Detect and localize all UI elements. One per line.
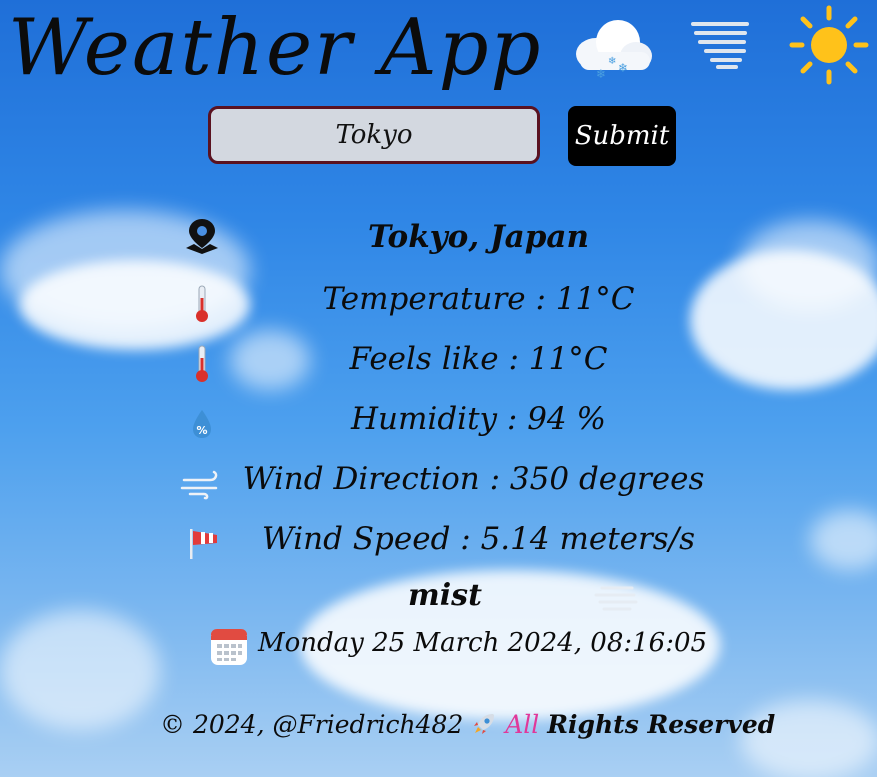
temperature-text: Temperature : 11°C xyxy=(322,281,635,317)
svg-text:❄: ❄ xyxy=(596,67,606,81)
feels-like-text: Feels like : 11°C xyxy=(349,341,608,377)
footer: © 2024, @Friedrich482 All Rights Reserve… xyxy=(160,710,775,739)
wind-direction-row: Wind Direction : 350 degrees xyxy=(0,454,877,504)
rocket-icon xyxy=(471,711,497,737)
date-time-text: Monday 25 March 2024, 08:16:05 xyxy=(258,628,708,658)
weather-description: mist xyxy=(408,578,482,613)
svg-text:❄: ❄ xyxy=(608,56,616,67)
wind-speed-text: Wind Speed : 5.14 meters/s xyxy=(261,521,696,557)
wind-speed-row: Wind Speed : 5.14 meters/s xyxy=(0,514,877,564)
svg-text:❄: ❄ xyxy=(618,61,628,75)
submit-button[interactable]: Submit xyxy=(568,106,676,166)
feels-like-row: Feels like : 11°C xyxy=(0,334,877,384)
humidity-text: Humidity : 94 % xyxy=(351,401,606,437)
city-search-input[interactable] xyxy=(208,106,540,164)
sun-icon xyxy=(788,4,870,86)
temperature-row: Temperature : 11°C xyxy=(0,274,877,324)
footer-all: All xyxy=(505,710,540,739)
location-row: Tokyo, Japan xyxy=(0,212,877,262)
footer-copyright: © 2024, @Friedrich482 xyxy=(160,710,464,739)
mist-lines-icon xyxy=(594,584,638,614)
background-cloud xyxy=(0,610,160,730)
wind-icon xyxy=(180,464,226,504)
app-title: Weather App xyxy=(8,3,543,93)
footer-rights: Rights Reserved xyxy=(547,710,776,739)
snow-cloud-icon: ❄ ❄ ❄ xyxy=(574,18,654,82)
humidity-row: % Humidity : 94 % xyxy=(0,394,877,444)
calendar-icon xyxy=(210,628,248,666)
wind-direction-text: Wind Direction : 350 degrees xyxy=(242,461,705,497)
mist-lines-icon xyxy=(690,20,750,70)
location-text: Tokyo, Japan xyxy=(368,219,589,255)
